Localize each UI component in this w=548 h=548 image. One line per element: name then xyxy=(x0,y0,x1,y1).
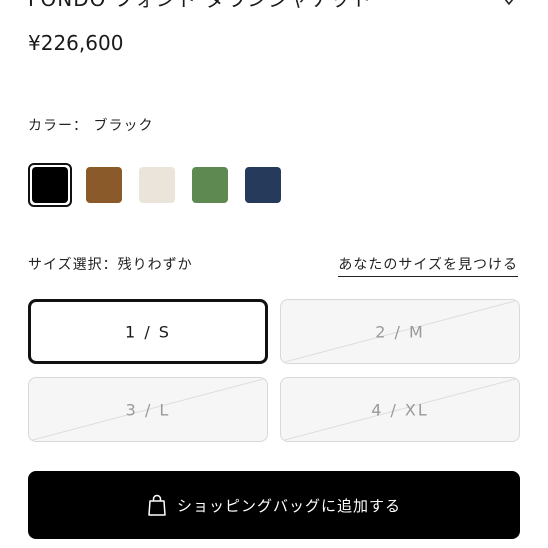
size-label: サイズ選択：残りわずか xyxy=(28,257,193,273)
product-price: ¥226,600 xyxy=(28,31,124,55)
color-swatch-fill xyxy=(32,167,68,203)
color-label: カラー： ブラック xyxy=(28,118,154,134)
size-option-xl[interactable]: 4 / XL xyxy=(280,377,520,442)
product-title: FONDO フォンド ダウンジャケット xyxy=(28,0,498,12)
size-option-label: 2 / M xyxy=(375,322,425,341)
color-swatch-fill xyxy=(139,167,175,203)
add-to-bag-label: ショッピングバッグに追加する xyxy=(176,496,401,515)
color-swatch-black[interactable] xyxy=(28,163,72,207)
color-swatch-green[interactable] xyxy=(188,163,232,207)
size-option-label: 3 / L xyxy=(125,400,171,419)
size-option-l[interactable]: 3 / L xyxy=(28,377,268,442)
color-swatch-fill xyxy=(192,167,228,203)
heart-icon[interactable] xyxy=(496,0,522,12)
size-option-label: 1 / S xyxy=(125,322,171,341)
color-swatch-fill xyxy=(245,167,281,203)
size-option-m[interactable]: 2 / M xyxy=(280,299,520,364)
shopping-bag-icon xyxy=(148,494,166,516)
size-option-label: 4 / XL xyxy=(371,400,429,419)
color-swatch-fill xyxy=(86,167,122,203)
color-swatch-navy[interactable] xyxy=(241,163,285,207)
color-swatch-brown[interactable] xyxy=(82,163,126,207)
size-option-s[interactable]: 1 / S xyxy=(28,299,268,364)
color-swatch-ivory[interactable] xyxy=(135,163,179,207)
size-guide-link[interactable]: あなたのサイズを見つける xyxy=(338,255,518,277)
add-to-bag-button[interactable]: ショッピングバッグに追加する xyxy=(28,471,520,539)
